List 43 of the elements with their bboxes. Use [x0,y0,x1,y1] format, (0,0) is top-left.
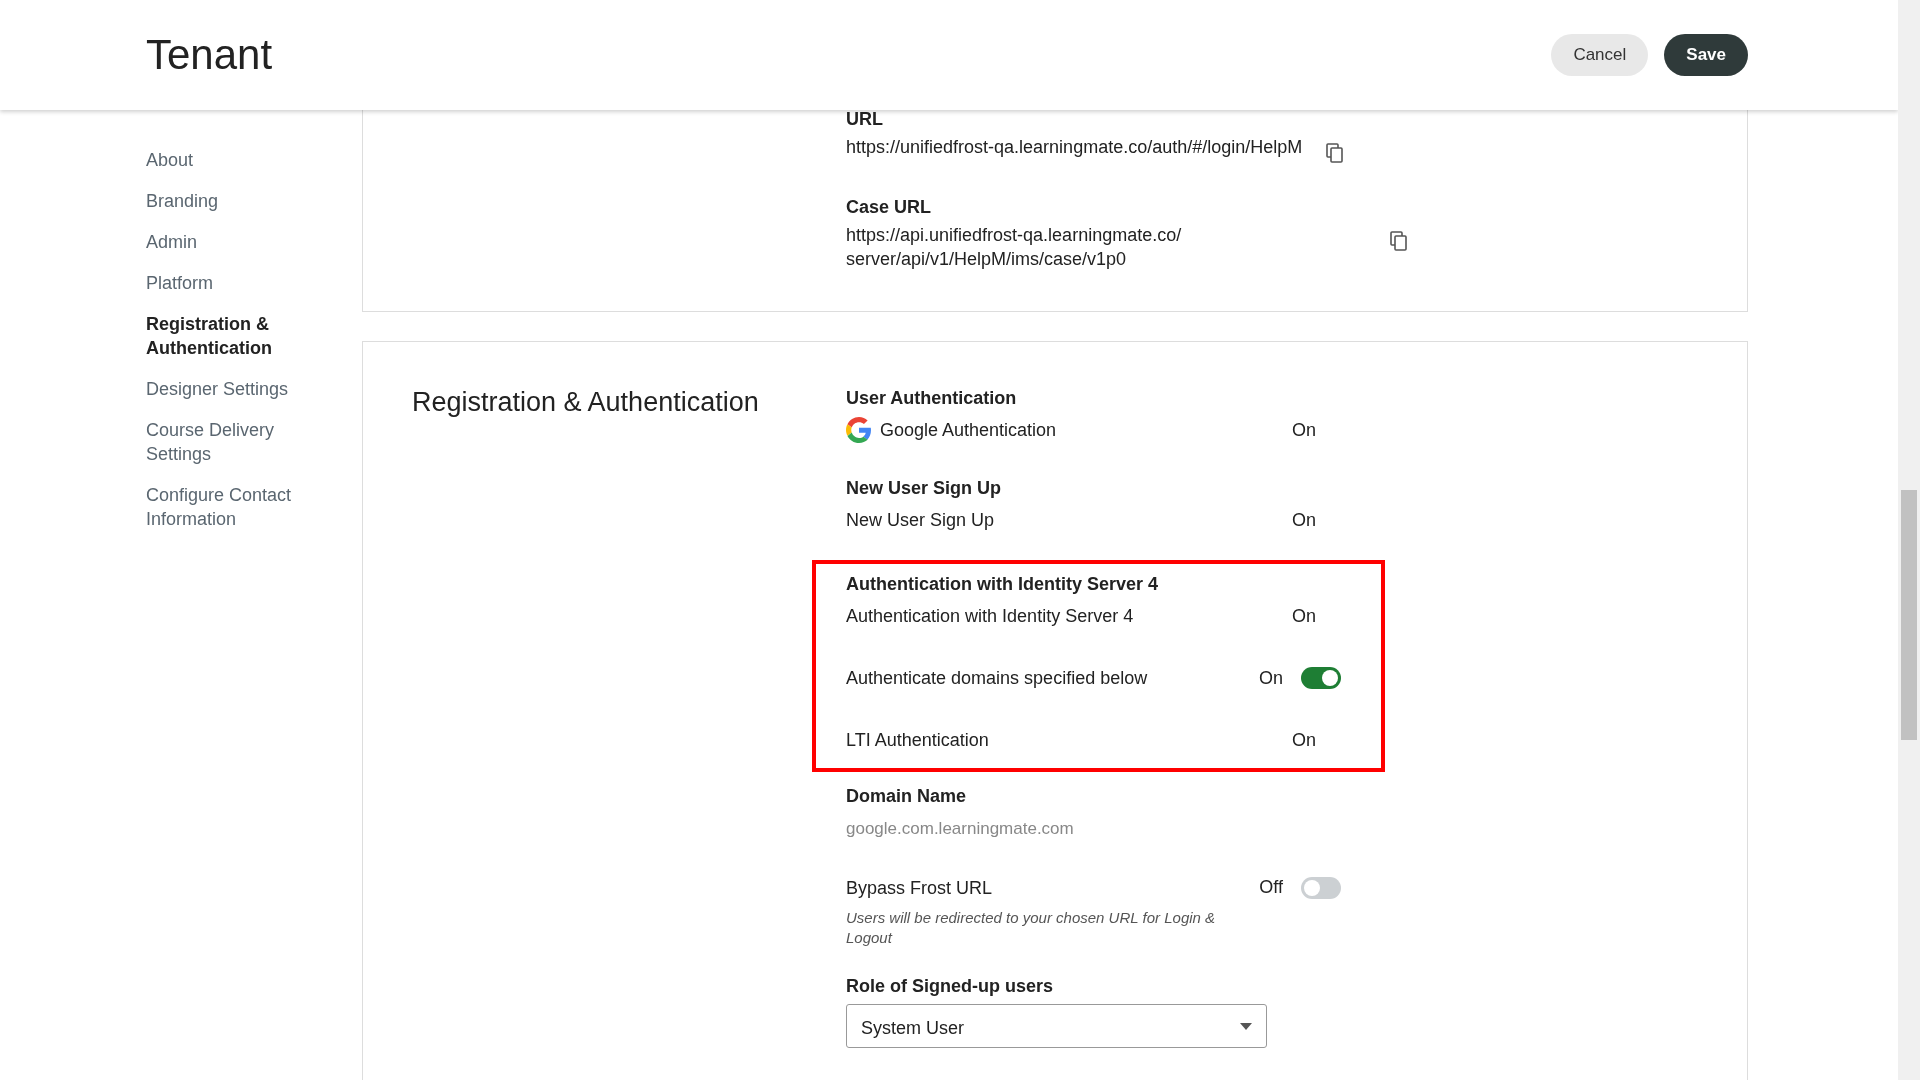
sidebar-item[interactable]: Admin [146,230,306,254]
sidebar-item[interactable]: Designer Settings [146,377,306,401]
status-text: On [1292,418,1316,442]
group-heading: Authentication with Identity Server 4 [846,573,1160,596]
status-text: On [1259,666,1283,690]
setting-label: New User Sign Up [846,509,995,532]
field-label: URL [846,108,884,131]
setting-label: Bypass Frost URL [846,876,993,900]
scrollbar[interactable] [1898,0,1920,1080]
save-button[interactable]: Save [1664,34,1748,76]
sidebar-item[interactable]: Course Delivery Settings [146,418,306,466]
field-label: Case URL [846,196,933,219]
toggle-switch[interactable] [1301,667,1341,689]
google-logo-icon [846,417,872,443]
setting-label: Authenticate domains specified below [846,667,1148,690]
cancel-button[interactable]: Cancel [1551,34,1649,76]
sidebar-item[interactable]: Registration & Authentication [146,312,306,360]
sidebar-item[interactable]: About [146,148,306,172]
group-heading: User Authentication [846,387,1018,410]
domain-text: google.com.learningmate.com [846,818,1075,840]
setting-label: Google Authentication [880,419,1057,442]
page-title: Tenant [146,29,273,80]
status-text: Off [1259,876,1283,899]
status-text: On [1292,604,1316,628]
group-heading: New User Sign Up [846,477,1003,500]
sidebar-item[interactable]: Platform [146,271,306,295]
status-text: On [1292,728,1316,752]
help-text: Users will be redirected to your chosen URL for Login & Logout [846,907,1217,948]
caret-icon [1240,1022,1252,1030]
url-text: https://unifiedfrost-qa.learningmate.co/auth/#/login/HelpM [846,136,1303,159]
url-text: https://api.unifiedfrost-qa.learningmate.co/ server/api/v1/HelpM/ims/case/v1p0 [846,224,1183,271]
section-title: Registration & Authentication [412,386,760,419]
sidebar-item[interactable]: Branding [146,189,306,213]
toggle-switch[interactable] [1301,876,1341,899]
group-heading: Domain Name [846,785,968,808]
status-text: On [1292,508,1316,532]
setting-label: LTI Authentication [846,729,989,752]
copy-icon[interactable] [1326,143,1345,163]
copy-icon[interactable] [1390,231,1408,251]
group-heading: Role of Signed-up users [846,974,1055,998]
setting-label: Authentication with Identity Server 4 [846,605,1134,628]
role-select[interactable]: System User [846,1003,1267,1048]
sidebar-item[interactable]: Configure Contact Information [146,483,306,531]
